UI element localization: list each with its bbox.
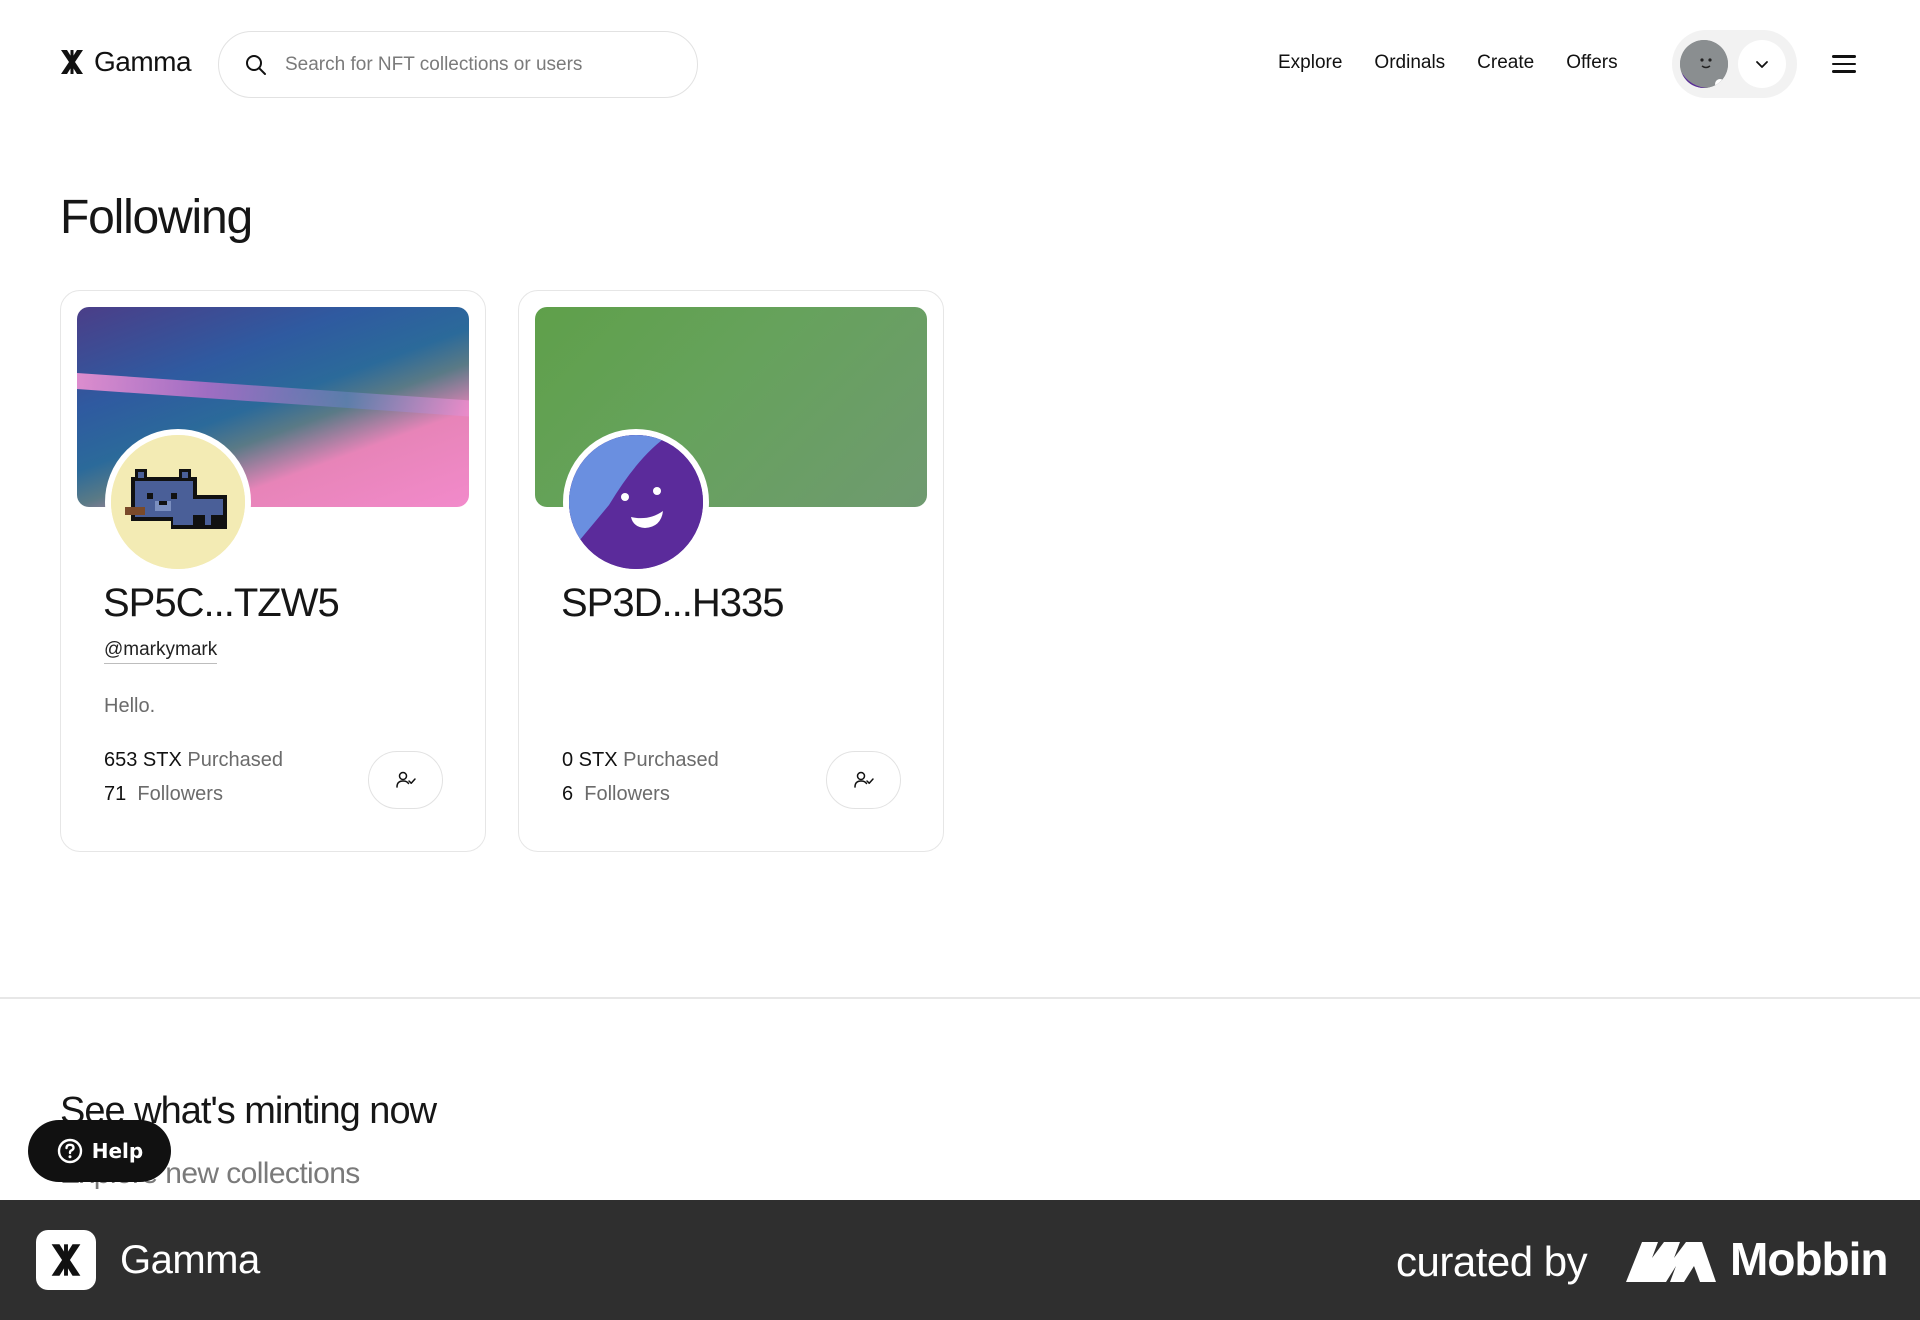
- pixel-bear-avatar-icon: [111, 435, 245, 569]
- search-bar[interactable]: [218, 31, 698, 98]
- nav-offers[interactable]: Offers: [1566, 52, 1617, 74]
- help-circle-icon: [57, 1138, 82, 1164]
- profile-avatar: [563, 429, 709, 575]
- gamma-logo-icon: [51, 1244, 81, 1276]
- smiley-blob-avatar-icon: [569, 435, 703, 569]
- profile-card[interactable]: SP3D...H335 0 STX Purchased 6 Followers: [518, 290, 944, 852]
- purchased-value: 653 STX: [104, 749, 182, 771]
- account-dropdown-button[interactable]: [1738, 40, 1786, 88]
- purchased-label: Purchased: [187, 749, 284, 771]
- help-label: Help: [91, 1139, 144, 1163]
- account-menu[interactable]: [1672, 30, 1797, 98]
- footer-app-icon: [36, 1230, 96, 1290]
- gamma-logo-icon: [61, 50, 83, 74]
- followers-label: Followers: [137, 783, 223, 805]
- app-name: Gamma: [94, 46, 192, 77]
- profile-name[interactable]: SP3D...H335: [561, 581, 784, 626]
- top-header: Gamma Explore Ordinals Create Offers: [0, 0, 1920, 130]
- mobbin-logo-icon: [1626, 1242, 1716, 1282]
- chevron-down-icon: [1756, 61, 1768, 68]
- footer-bar: Gamma curated by Mobbin: [0, 1200, 1920, 1320]
- hamburger-menu-icon[interactable]: [1832, 50, 1860, 78]
- nav-create[interactable]: Create: [1477, 52, 1534, 74]
- nav-ordinals[interactable]: Ordinals: [1374, 52, 1445, 74]
- help-button[interactable]: Help: [28, 1120, 171, 1182]
- footer-app-name: Gamma: [120, 1238, 260, 1282]
- mobbin-brand: Mobbin: [1730, 1233, 1888, 1285]
- followers-stat: 71 Followers: [104, 783, 223, 806]
- profile-name[interactable]: SP5C...TZW5: [103, 581, 340, 626]
- avatar[interactable]: [1680, 40, 1728, 88]
- user-check-icon: [395, 771, 416, 788]
- search-icon: [246, 54, 266, 75]
- purchased-stat: 653 STX Purchased: [104, 749, 283, 772]
- curated-by-label: curated by: [1396, 1238, 1588, 1285]
- section-divider: [0, 997, 1920, 999]
- nav-explore[interactable]: Explore: [1278, 52, 1342, 74]
- purchased-stat: 0 STX Purchased: [562, 749, 719, 772]
- user-check-icon: [853, 771, 874, 788]
- page-title: Following: [60, 191, 253, 244]
- followers-stat: 6 Followers: [562, 783, 670, 806]
- user-avatar-icon: [1680, 40, 1728, 88]
- profile-card[interactable]: SP5C...TZW5 @markymark Hello. 653 STX Pu…: [60, 290, 486, 852]
- followers-count: 71: [104, 783, 127, 805]
- purchased-label: Purchased: [623, 749, 719, 771]
- search-input[interactable]: [285, 53, 665, 76]
- followers-count: 6: [562, 783, 574, 805]
- profile-handle-link[interactable]: @markymark: [104, 639, 218, 664]
- purchased-value: 0 STX: [562, 749, 618, 771]
- following-toggle-button[interactable]: [368, 751, 443, 809]
- app-logo[interactable]: Gamma: [60, 46, 192, 78]
- main-nav: Explore Ordinals Create Offers: [1278, 52, 1618, 74]
- profile-bio: Hello.: [104, 695, 156, 717]
- following-toggle-button[interactable]: [826, 751, 901, 809]
- profile-avatar: [105, 429, 251, 575]
- followers-label: Followers: [584, 783, 670, 805]
